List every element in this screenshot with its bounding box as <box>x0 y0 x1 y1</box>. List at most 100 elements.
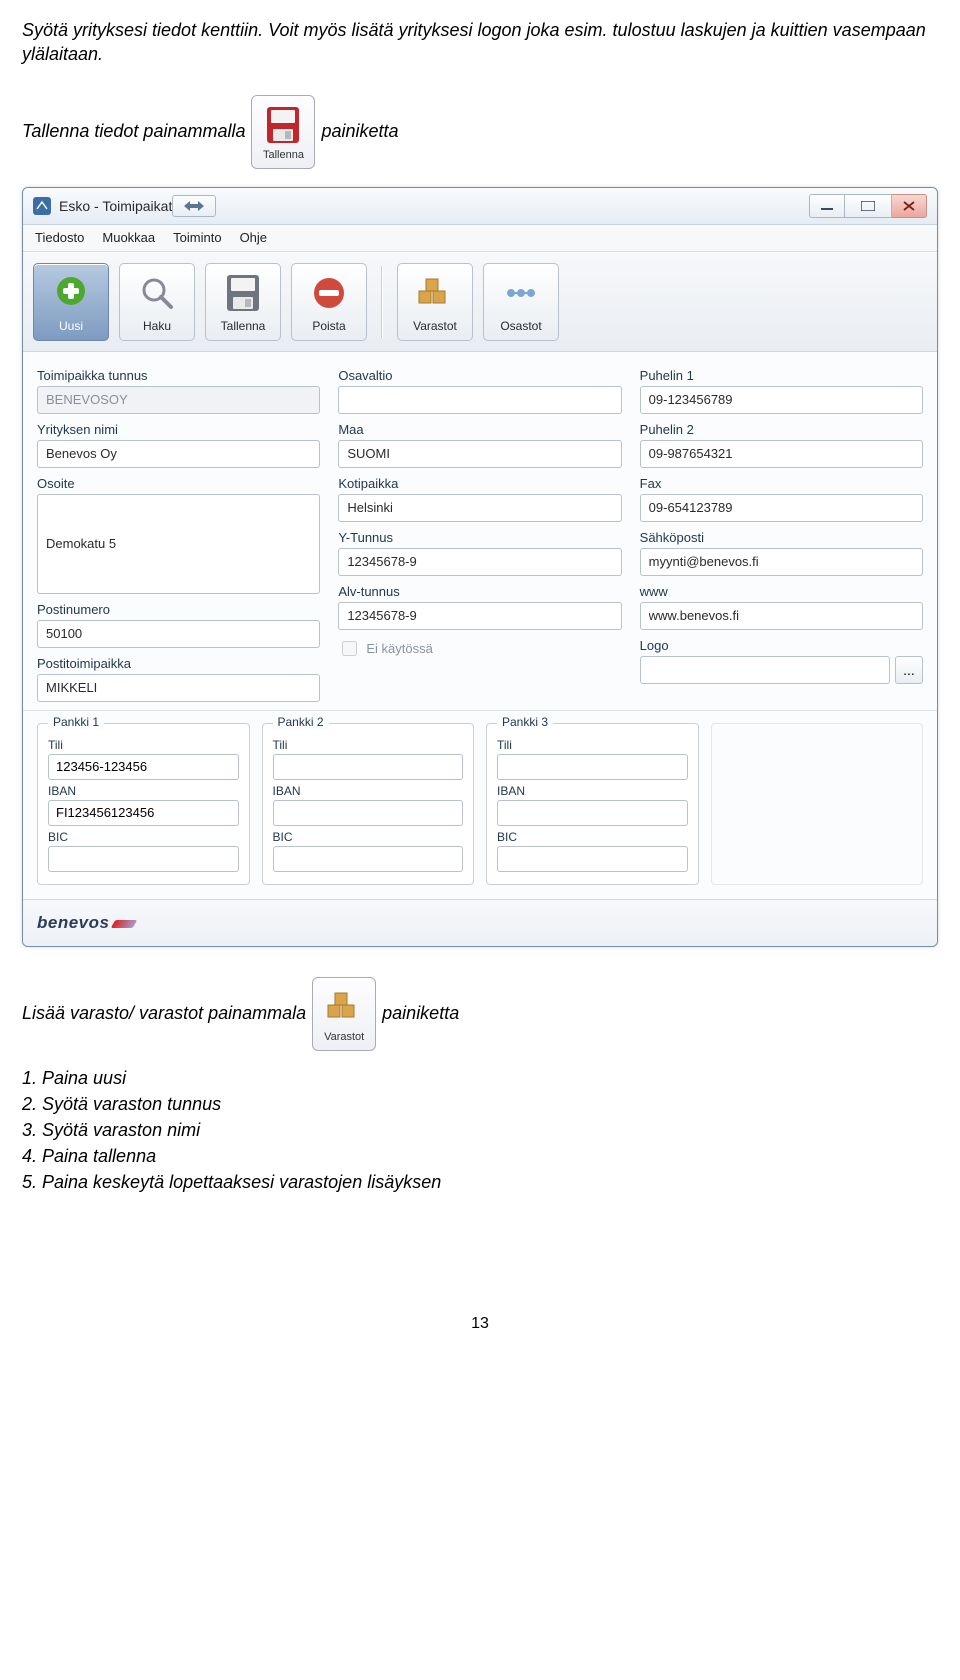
menubar: Tiedosto Muokkaa Toiminto Ohje <box>23 225 937 252</box>
varastot-button[interactable]: Varastot <box>397 263 473 341</box>
form-area: Toimipaikka tunnus Yrityksen nimi Osoite… <box>23 352 937 711</box>
varastot-sample-label: Varastot <box>324 1031 364 1043</box>
puhelin2-field: Puhelin 2 <box>640 422 923 468</box>
status-bar: benevos <box>23 899 937 946</box>
postinumero-field: Postinumero <box>37 602 320 648</box>
intro-text: Syötä yrityksesi tiedot kenttiin. Voit m… <box>22 18 938 67</box>
close-button[interactable] <box>892 194 927 218</box>
titlebar[interactable]: Esko - Toimipaikat <box>23 188 937 225</box>
ytunnus-input[interactable] <box>338 548 621 576</box>
yrityksen-nimi-input[interactable] <box>37 440 320 468</box>
fax-field: Fax <box>640 476 923 522</box>
sahkoposti-input[interactable] <box>640 548 923 576</box>
step-2: 2. Syötä varaston tunnus <box>22 1091 938 1117</box>
p1-bic-input[interactable] <box>48 846 239 872</box>
maa-input[interactable] <box>338 440 621 468</box>
puhelin2-input[interactable] <box>640 440 923 468</box>
toolbar: Uusi Haku Tallenna Poista Varastot Osast… <box>23 252 937 352</box>
maximize-button[interactable] <box>845 194 892 218</box>
sahkoposti-field: Sähköposti <box>640 530 923 576</box>
postinumero-input[interactable] <box>37 620 320 648</box>
p2-tili-label: Tili <box>273 738 464 752</box>
window-title: Esko - Toimipaikat <box>59 198 172 214</box>
menu-toiminto[interactable]: Toiminto <box>173 230 221 245</box>
fax-input[interactable] <box>640 494 923 522</box>
p3-tili-input[interactable] <box>497 754 688 780</box>
toimipaikka-tunnus-input <box>37 386 320 414</box>
maximize-icon <box>861 201 875 211</box>
eikaytossa-checkbox <box>342 641 357 656</box>
pankki1-legend: Pankki 1 <box>48 715 104 729</box>
app-window: Esko - Toimipaikat Tiedosto Muokkaa Toim… <box>22 187 938 947</box>
p1-tili-input[interactable] <box>48 754 239 780</box>
menu-tiedosto[interactable]: Tiedosto <box>35 230 84 245</box>
alvtunnus-input[interactable] <box>338 602 621 630</box>
p3-iban-label: IBAN <box>497 784 688 798</box>
uusi-label: Uusi <box>59 319 83 333</box>
pankki3-group: Pankki 3 Tili IBAN BIC <box>486 723 699 885</box>
step-3: 3. Syötä varaston nimi <box>22 1117 938 1143</box>
p3-bic-input[interactable] <box>497 846 688 872</box>
puhelin2-label: Puhelin 2 <box>640 422 923 437</box>
maa-label: Maa <box>338 422 621 437</box>
delete-icon <box>307 271 351 315</box>
app-icon <box>33 197 51 215</box>
p2-tili-input[interactable] <box>273 754 464 780</box>
puhelin1-field: Puhelin 1 <box>640 368 923 414</box>
warehouse-icon <box>413 271 457 315</box>
save-instruction-pre: Tallenna tiedot painammalla <box>22 121 245 142</box>
menu-ohje[interactable]: Ohje <box>240 230 267 245</box>
logo-browse-button[interactable]: ... <box>895 656 923 684</box>
logo-input[interactable] <box>640 656 890 684</box>
p2-iban-input[interactable] <box>273 800 464 826</box>
tallenna-button[interactable]: Tallenna <box>205 263 281 341</box>
steps: 1. Paina uusi 2. Syötä varaston tunnus 3… <box>22 1065 938 1195</box>
osavaltio-input[interactable] <box>338 386 621 414</box>
tallenna-button-sample: Tallenna <box>251 95 315 169</box>
floppy-icon <box>221 271 265 315</box>
varastot-label: Varastot <box>413 319 457 333</box>
plus-icon <box>49 271 93 315</box>
kotipaikka-input[interactable] <box>338 494 621 522</box>
pankki2-group: Pankki 2 Tili IBAN BIC <box>262 723 475 885</box>
postitoimipaikka-input[interactable] <box>37 674 320 702</box>
arrows-icon <box>184 201 204 211</box>
nav-arrows-button[interactable] <box>172 195 216 217</box>
poista-button[interactable]: Poista <box>291 263 367 341</box>
www-input[interactable] <box>640 602 923 630</box>
p1-iban-input[interactable] <box>48 800 239 826</box>
osastot-label: Osastot <box>500 319 541 333</box>
tallenna-label: Tallenna <box>221 319 266 333</box>
p3-iban-input[interactable] <box>497 800 688 826</box>
osavaltio-field: Osavaltio <box>338 368 621 414</box>
kotipaikka-label: Kotipaikka <box>338 476 621 491</box>
close-icon <box>903 201 915 211</box>
uusi-button[interactable]: Uusi <box>33 263 109 341</box>
www-label: www <box>640 584 923 599</box>
logo-field: Logo ... <box>640 638 923 684</box>
minimize-button[interactable] <box>809 194 845 218</box>
step-1: 1. Paina uusi <box>22 1065 938 1091</box>
toimipaikka-tunnus-label: Toimipaikka tunnus <box>37 368 320 383</box>
alvtunnus-label: Alv-tunnus <box>338 584 621 599</box>
varastot-instruction-pre: Lisää varasto/ varastot painammala <box>22 1003 306 1024</box>
sahkoposti-label: Sähköposti <box>640 530 923 545</box>
p3-tili-label: Tili <box>497 738 688 752</box>
osastot-button[interactable]: Osastot <box>483 263 559 341</box>
puhelin1-input[interactable] <box>640 386 923 414</box>
haku-label: Haku <box>143 319 171 333</box>
osoite-input[interactable] <box>37 494 320 594</box>
pankki2-legend: Pankki 2 <box>273 715 329 729</box>
osoite-label: Osoite <box>37 476 320 491</box>
p2-bic-input[interactable] <box>273 846 464 872</box>
kotipaikka-field: Kotipaikka <box>338 476 621 522</box>
postinumero-label: Postinumero <box>37 602 320 617</box>
p1-bic-label: BIC <box>48 830 239 844</box>
bank-area: Pankki 1 Tili IBAN BIC Pankki 2 Tili IBA… <box>23 711 937 899</box>
minimize-icon <box>821 201 833 211</box>
osavaltio-label: Osavaltio <box>338 368 621 383</box>
benevos-logo: benevos <box>37 913 109 933</box>
haku-button[interactable]: Haku <box>119 263 195 341</box>
menu-muokkaa[interactable]: Muokkaa <box>102 230 155 245</box>
yrityksen-nimi-field: Yrityksen nimi <box>37 422 320 468</box>
